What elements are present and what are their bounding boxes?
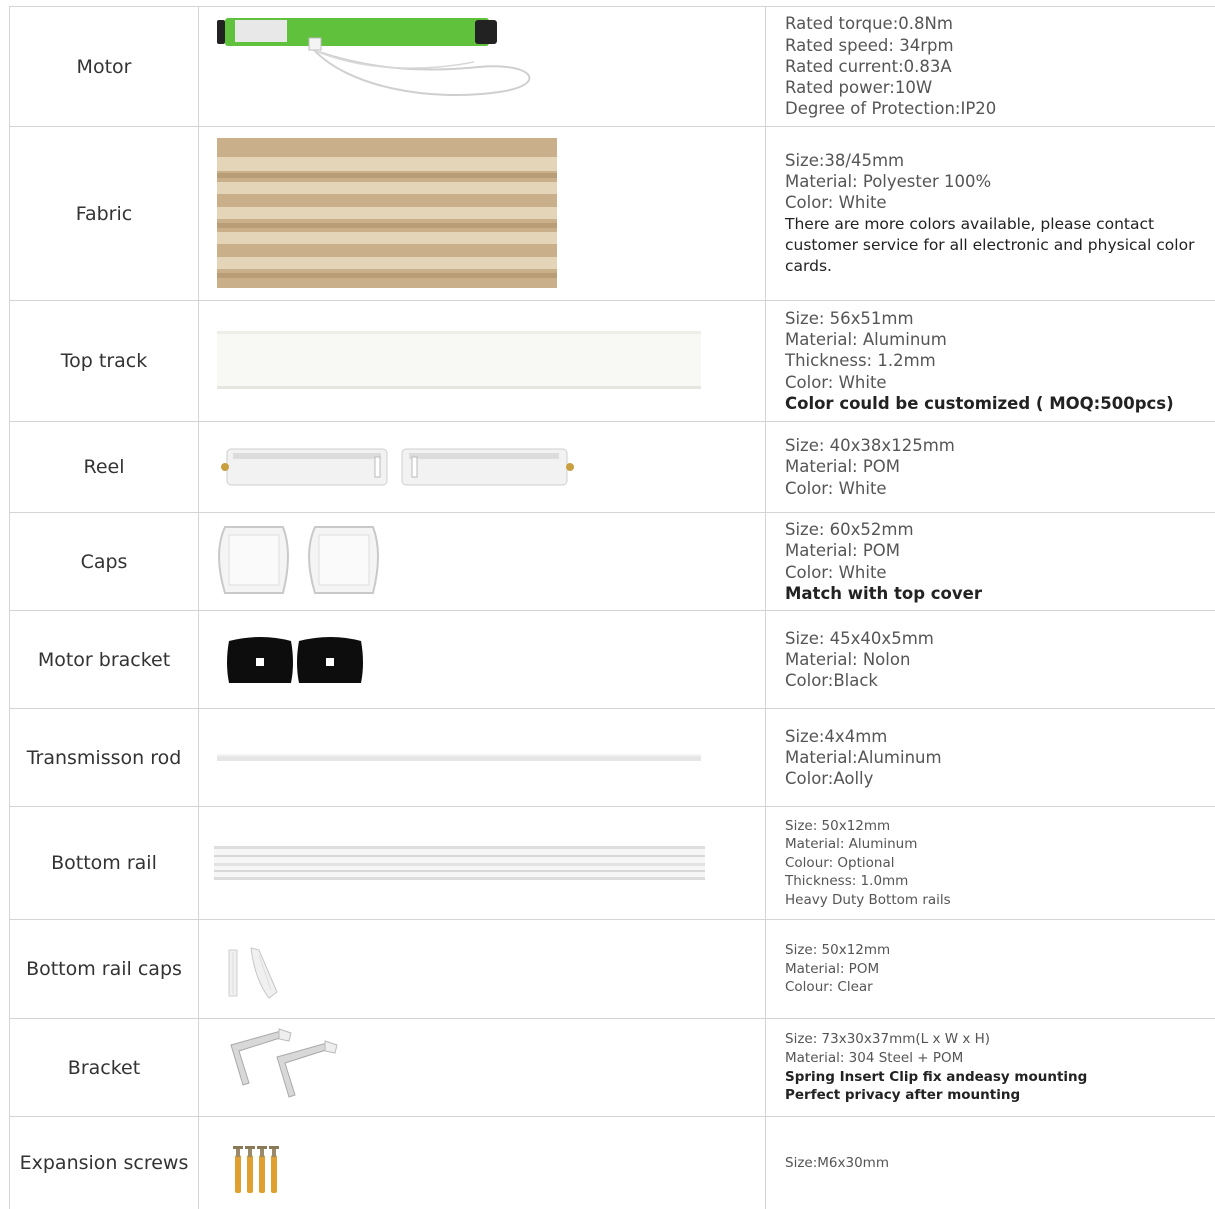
table-row: Bottom rail caps Size: 50x12mm Material:…: [10, 920, 1215, 1019]
expansion-screws-image: [233, 1146, 279, 1193]
spec-table: Motor Rated torque:0.8Nm Rated speed: 34…: [9, 6, 1215, 1209]
part-image: [199, 611, 766, 708]
spec-line: Size: 50x12mm: [785, 817, 891, 834]
bracket-image: [230, 1028, 338, 1098]
spec-line: Rated power:10W: [785, 78, 933, 98]
part-name: Bottom rail: [10, 807, 199, 919]
part-name: Reel: [10, 422, 199, 512]
spec-line: Rated speed: 34rpm: [785, 35, 954, 55]
part-specs: Size:M6x30mm: [766, 1117, 1215, 1209]
part-name: Motor: [10, 7, 199, 126]
spec-line: Match with top cover: [785, 583, 982, 603]
part-image: [199, 7, 766, 126]
part-image: [199, 1019, 766, 1116]
spec-line: There are more colors available, please …: [785, 214, 1195, 276]
spec-line: Size: 40x38x125mm: [785, 436, 955, 456]
spec-line: Size: 45x40x5mm: [785, 628, 934, 648]
motor-bracket-image: [227, 637, 363, 683]
part-specs: Size: 60x52mm Material: POM Color: White…: [766, 513, 1215, 610]
bottom-rail-caps-image: [228, 947, 278, 999]
part-name: Bottom rail caps: [10, 920, 199, 1018]
bottom-rail-image: [214, 846, 705, 880]
part-name: Top track: [10, 301, 199, 421]
part-specs: Size: 45x40x5mm Material: Nolon Color:Bl…: [766, 611, 1215, 708]
spec-line: Color:Black: [785, 671, 878, 691]
spec-line: Material: POM: [785, 960, 880, 977]
spec-line: Thickness: 1.0mm: [785, 873, 909, 890]
spec-line: Material: POM: [785, 457, 901, 477]
part-image: [199, 422, 766, 512]
spec-line: Size: 50x12mm: [785, 942, 891, 959]
part-specs: Size: 73x30x37mm(L x W x H) Material: 30…: [766, 1019, 1215, 1116]
spec-line: Thickness: 1.2mm: [785, 351, 936, 371]
spec-line: Material: Polyester 100%: [785, 171, 992, 191]
spec-line: Material:Aluminum: [785, 747, 942, 767]
caps-image: [218, 526, 379, 594]
spec-line: Rated current:0.83A: [785, 56, 952, 76]
top-track-image: [217, 331, 701, 389]
part-specs: Rated torque:0.8Nm Rated speed: 34rpm Ra…: [766, 7, 1215, 126]
spec-line: Size:4x4mm: [785, 726, 888, 746]
spec-line: Material: Aluminum: [785, 330, 947, 350]
part-image: [199, 513, 766, 610]
table-row: Top track Size: 56x51mm Material: Alumin…: [10, 301, 1215, 422]
table-row: Bracket Size: 73x30x37mm(L x W x H) Mate…: [10, 1019, 1215, 1117]
spec-line: Heavy Duty Bottom rails: [785, 891, 951, 908]
part-specs: Size: 56x51mm Material: Aluminum Thickne…: [766, 301, 1215, 421]
table-row: Motor Rated torque:0.8Nm Rated speed: 34…: [10, 7, 1215, 127]
table-row: Expansion screws Size:M6x30mm: [10, 1117, 1215, 1209]
part-specs: Size:4x4mm Material:Aluminum Color:Aolly: [766, 709, 1215, 806]
table-row: Bottom rail Size: 50x12mm Material: Alum…: [10, 807, 1215, 920]
table-row: Caps Size: 60x52mm Material: POM Color: …: [10, 513, 1215, 611]
spec-line: Material: Nolon: [785, 649, 911, 669]
part-image: [199, 1117, 766, 1209]
spec-line: Color: White: [785, 372, 887, 392]
spec-line: Degree of Protection:IP20: [785, 99, 997, 119]
spec-line: Size: 60x52mm: [785, 519, 914, 539]
reel-image: [221, 448, 574, 486]
part-specs: Size:38/45mm Material: Polyester 100% Co…: [766, 127, 1215, 300]
spec-line: Spring Insert Clip fix andeasy mounting: [785, 1068, 1088, 1085]
part-name: Motor bracket: [10, 611, 199, 708]
part-image: [199, 920, 766, 1018]
table-row: Transmisson rod Size:4x4mm Material:Alum…: [10, 709, 1215, 807]
spec-line: Material: POM: [785, 541, 901, 561]
part-name: Caps: [10, 513, 199, 610]
table-row: Reel Size: 40x38x125mm Material: POM Col…: [10, 422, 1215, 513]
part-specs: Size: 50x12mm Material: Aluminum Colour:…: [766, 807, 1215, 919]
spec-line: Colour: Clear: [785, 979, 873, 996]
part-name: Expansion screws: [10, 1117, 199, 1209]
spec-line: Material: 304 Steel + POM: [785, 1049, 964, 1066]
spec-line: Size:38/45mm: [785, 150, 905, 170]
spec-line: Color could be customized ( MOQ:500pcs): [785, 393, 1174, 413]
part-name: Fabric: [10, 127, 199, 300]
transmission-rod-image: [217, 754, 701, 761]
spec-line: Material: Aluminum: [785, 836, 918, 853]
part-specs: Size: 50x12mm Material: POM Colour: Clea…: [766, 920, 1215, 1018]
spec-line: Rated torque:0.8Nm: [785, 14, 953, 34]
spec-line: Size:M6x30mm: [785, 1154, 889, 1171]
spec-line: Perfect privacy after mounting: [785, 1087, 1021, 1104]
fabric-image: [217, 138, 557, 288]
spec-line: Color: White: [785, 562, 887, 582]
part-image: [199, 807, 766, 919]
part-specs: Size: 40x38x125mm Material: POM Color: W…: [766, 422, 1215, 512]
table-row: Motor bracket Size: 45x40x5mm Material: …: [10, 611, 1215, 709]
spec-line: Color: White: [785, 193, 887, 213]
part-name: Transmisson rod: [10, 709, 199, 806]
spec-line: Color:Aolly: [785, 769, 874, 789]
motor-image: [217, 18, 531, 97]
part-image: [199, 709, 766, 806]
spec-line: Size: 56x51mm: [785, 308, 914, 328]
part-image: [199, 127, 766, 300]
spec-line: Colour: Optional: [785, 854, 895, 871]
spec-line: Size: 73x30x37mm(L x W x H): [785, 1031, 991, 1048]
part-image: [199, 301, 766, 421]
part-name: Bracket: [10, 1019, 199, 1116]
spec-line: Color: White: [785, 478, 887, 498]
table-row: Fabric Size:38/45mm Material: Polyester …: [10, 127, 1215, 301]
